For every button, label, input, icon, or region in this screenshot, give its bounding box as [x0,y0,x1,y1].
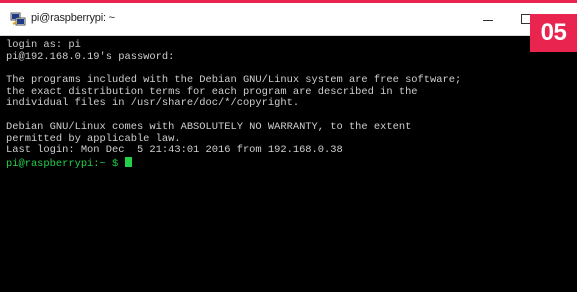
terminal-line: pi@192.168.0.19's password: [6,50,175,63]
minimize-icon [483,20,493,21]
shell-prompt: pi@raspberrypi:~ $ [6,157,125,170]
terminal-line: login as: pi [6,39,81,51]
terminal-output[interactable]: login as: pi pi@192.168.0.19's password: T… [0,37,577,292]
terminal-line: Last login: Mon Dec 5 21:43:01 2016 from… [6,144,343,157]
terminal-line: individual files in /usr/share/doc/*/cop… [6,97,300,110]
terminal-line: Debian GNU/Linux comes with ABSOLUTELY N… [6,120,412,133]
terminal-line: The programs included with the Debian GN… [6,74,462,87]
window-title: pi@raspberrypi: ~ [31,12,115,24]
putty-terminal-icon [10,12,26,26]
minimize-button[interactable] [468,3,508,36]
page-frame: pi@raspberrypi: ~ login as: pi pi@192.168… [0,0,577,292]
terminal-window: pi@raspberrypi: ~ login as: pi pi@192.168… [0,3,577,292]
text-cursor [125,156,133,167]
prompt-line: pi@raspberrypi:~ $ [6,156,577,170]
step-badge: 05 [530,14,577,52]
title-bar[interactable]: pi@raspberrypi: ~ [0,3,577,36]
